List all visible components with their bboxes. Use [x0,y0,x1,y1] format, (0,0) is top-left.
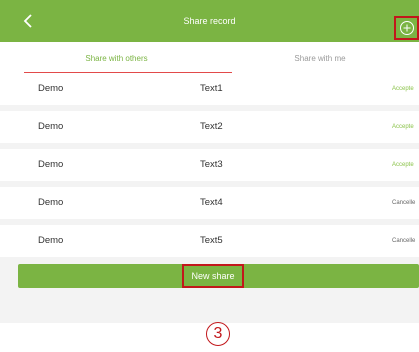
tab-bar: Share with others Share with me [0,44,419,73]
share-record-screen: Share record Share with others Share wit… [0,0,419,352]
page-title: Share record [183,16,236,26]
list-item[interactable]: Demo Text4 Cancelle [0,187,419,219]
record-text: Text3 [200,159,223,170]
list-item[interactable]: Demo Text3 Accepte [0,149,419,181]
record-name: Demo [38,235,64,246]
plus-circle-icon [399,21,414,35]
record-name: Demo [38,83,64,94]
status-badge: Cancelle [392,238,416,244]
tab-share-with-others[interactable]: Share with others [12,44,232,73]
share-record-list: Demo Text1 Accepte Demo Text2 Accepte De… [0,73,419,263]
record-name: Demo [38,159,64,170]
tab-label: Share with me [294,54,346,63]
record-text: Text2 [200,121,223,132]
record-text: Text5 [200,235,223,246]
status-badge: Accepte [392,162,414,168]
list-item[interactable]: Demo Text5 Cancelle [0,225,419,257]
status-badge: Accepte [392,124,414,130]
list-item[interactable]: Demo Text2 Accepte [0,111,419,143]
step-marker: 3 [206,322,230,346]
record-text: Text4 [200,197,223,208]
new-share-button[interactable]: New share [182,264,244,288]
add-share-button[interactable] [394,16,419,40]
tab-share-with-me[interactable]: Share with me [221,44,419,73]
app-header: Share record [0,0,419,42]
record-name: Demo [38,121,64,132]
tab-label: Share with others [85,54,148,63]
status-badge: Accepte [392,86,414,92]
status-badge: Cancelle [392,200,416,206]
record-name: Demo [38,197,64,208]
record-text: Text1 [200,83,223,94]
list-item[interactable]: Demo Text1 Accepte [0,73,419,105]
